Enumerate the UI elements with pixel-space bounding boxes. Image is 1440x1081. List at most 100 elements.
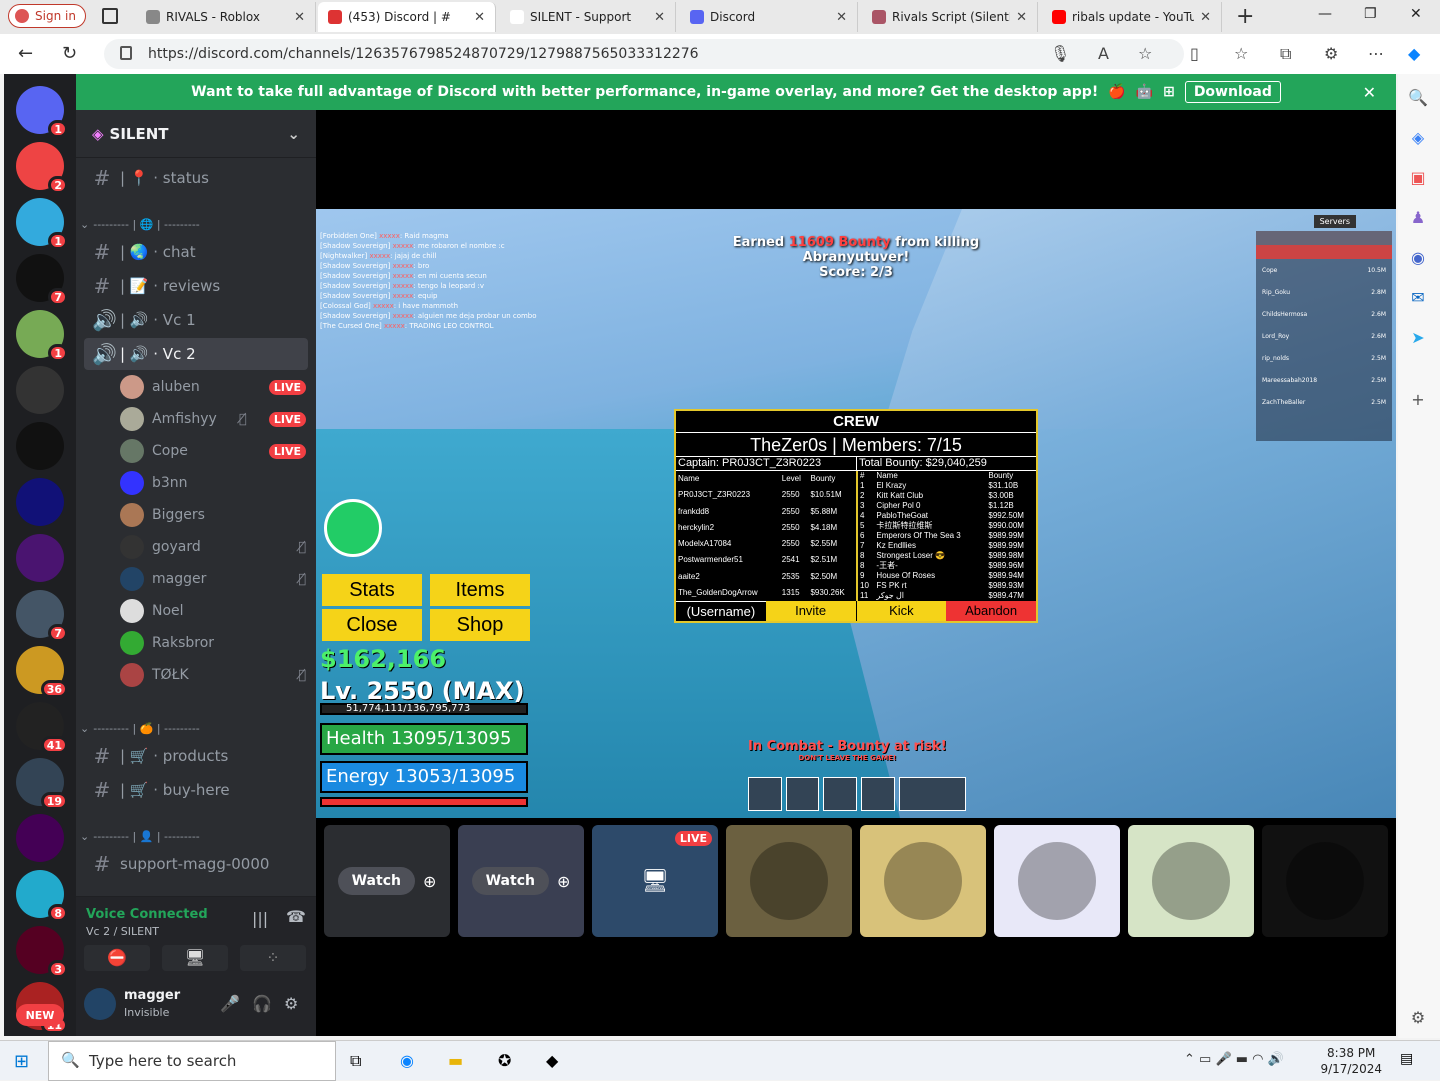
hotbar-slot[interactable] [785,777,820,811]
text-channel[interactable]: # support-magg-0000 [84,848,308,880]
outlook-icon[interactable]: ✉ [1408,288,1428,308]
voice-user[interactable]: aluben LIVE [120,372,306,402]
telegram-icon[interactable]: ➤ [1408,328,1428,348]
voice-channel[interactable]: 🔊 | 🔊 · Vc 2 [84,338,308,370]
participant-tile[interactable] [860,825,986,937]
invite-button[interactable]: Invite [765,601,856,621]
microsoft365-icon[interactable]: ◉ [1408,248,1428,268]
copilot-icon[interactable]: ◆ [1408,44,1420,63]
avatar[interactable] [84,988,116,1020]
participant-tile[interactable]: Watch ⊕ [324,825,450,937]
shop-button[interactable]: Shop [430,609,530,641]
screen-share-icon[interactable]: 🖥 [162,945,228,971]
microphone-icon[interactable]: 🎙 [1050,44,1070,63]
split-screen-icon[interactable]: ▯ [1190,44,1199,63]
voice-user[interactable]: Cope LIVE [120,436,306,466]
noise-suppression-icon[interactable]: ||| [252,909,268,928]
collections-icon[interactable]: ⧉ [1280,44,1291,64]
server-icon[interactable] [16,366,64,414]
server-icon[interactable]: 2 [16,142,68,194]
browser-tab[interactable]: SILENT - Support ✕ [500,2,676,32]
compass-icon[interactable] [324,499,382,557]
hotbar-slot[interactable] [898,777,966,811]
kick-button[interactable]: Kick [855,601,947,621]
hotbar-slot[interactable] [748,777,782,811]
participant-tile[interactable]: Watch ⊕ [458,825,584,937]
abandon-button[interactable]: Abandon [946,601,1036,621]
participant-tile[interactable] [1262,825,1388,937]
more-menu-icon[interactable]: ⋯ [1368,44,1384,63]
browser-tab[interactable]: (453) Discord | # ✕ [318,2,496,32]
close-tab-icon[interactable]: ✕ [1016,10,1027,25]
channel-category[interactable]: ⌄ --------- | 🍊 | --------- [80,718,304,738]
edge-icon[interactable]: ◉ [400,1051,414,1070]
mute-icon[interactable]: 🎤 [220,994,240,1013]
voice-user[interactable]: goyard 🎙̸ [120,532,306,562]
browser-tab[interactable]: RIVALS - Roblox ✕ [136,2,316,32]
hotbar-slot[interactable] [861,777,895,811]
watch-button[interactable]: Watch [337,867,415,895]
user-settings-icon[interactable]: ⚙ [284,994,298,1013]
voice-user[interactable]: b3nn [120,468,306,498]
home-discord-icon[interactable]: 1 [16,86,68,138]
server-icon[interactable]: 41 [16,702,68,754]
text-channel[interactable]: # | 🌏 · chat [84,236,308,268]
close-button[interactable]: Close [322,609,422,641]
close-tab-icon[interactable]: ✕ [836,10,847,25]
text-channel[interactable]: # | 🛒 · buy-here [84,774,308,806]
file-explorer-icon[interactable]: ▬ [448,1051,463,1070]
tools-icon[interactable]: ▣ [1408,168,1428,188]
server-header[interactable]: ◈ SILENT ⌄ [76,110,316,158]
server-icon[interactable]: 19 [16,758,68,810]
voice-user[interactable]: Biggers [120,500,306,530]
download-button[interactable]: Download [1184,81,1281,103]
popout-icon[interactable]: ⊕ [423,872,436,891]
channel-category[interactable]: ⌄ --------- | 🌐 | --------- [80,214,304,234]
task-view-icon[interactable]: ⧉ [350,1051,361,1071]
server-icon[interactable]: 1 [16,198,68,250]
hotbar-slot[interactable] [823,777,858,811]
browser-tab[interactable]: Discord ✕ [680,2,858,32]
camera-off-icon[interactable]: ⛔ [84,945,150,971]
text-channel[interactable]: # | 📝 · reviews [84,270,308,302]
channel-category[interactable]: ⌄ --------- | 👤 | --------- [80,826,304,846]
watch-button[interactable]: Watch [471,867,549,895]
notifications-icon[interactable]: ▤ [1400,1051,1413,1067]
browser-tab[interactable]: Rivals Script (SilentHub ✕ [862,2,1038,32]
settings-gear-icon[interactable]: ⚙ [1408,1008,1428,1028]
tab-actions-icon[interactable] [102,8,118,24]
participant-tile[interactable] [994,825,1120,937]
voice-channel[interactable]: 🔊 | 🔊 · Vc 1 [84,304,308,336]
maximize-button[interactable]: ❐ [1364,6,1377,22]
favorites-app-icon[interactable]: ✪ [498,1051,511,1070]
close-tab-icon[interactable]: ✕ [474,10,485,25]
server-icon[interactable]: 1 [16,310,68,362]
participant-tile[interactable] [1128,825,1254,937]
servers-button[interactable]: Servers [1313,215,1356,228]
items-button[interactable]: Items [430,574,530,606]
tray-icons[interactable]: ⌃ ▭ 🎤 ▬ ◠ 🔊 [1184,1052,1284,1067]
server-icon[interactable] [16,814,64,862]
voice-user[interactable]: Raksbror [120,628,306,658]
banner-close-icon[interactable]: ✕ [1363,83,1376,102]
server-icon[interactable]: 7 [16,254,68,306]
text-channel[interactable]: # | 🛒 · products [84,740,308,772]
server-icon[interactable] [16,478,64,526]
voice-user[interactable]: magger 🎙̸ [120,564,306,594]
add-app-icon[interactable]: + [1408,390,1428,410]
voice-user[interactable]: Noel [120,596,306,626]
disconnect-icon[interactable]: ☎ [286,907,306,926]
headphones-icon[interactable]: 🎧 [252,994,272,1013]
favorite-star-icon[interactable]: ☆ [1138,44,1152,63]
address-bar[interactable]: https://discord.com/channels/12635767985… [104,39,1184,69]
search-icon[interactable]: 🔍 [1408,88,1428,108]
text-channel[interactable]: # | 📍 · status [84,162,308,194]
games-icon[interactable]: ♟ [1408,208,1428,228]
participant-tile[interactable] [726,825,852,937]
new-tab-button[interactable]: + [1236,4,1254,29]
server-icon[interactable] [16,422,64,470]
stats-button[interactable]: Stats [322,574,422,606]
refresh-button[interactable]: ↻ [62,43,77,64]
participant-tile[interactable]: LIVE 🖥 [592,825,718,937]
back-button[interactable]: ← [18,43,33,64]
